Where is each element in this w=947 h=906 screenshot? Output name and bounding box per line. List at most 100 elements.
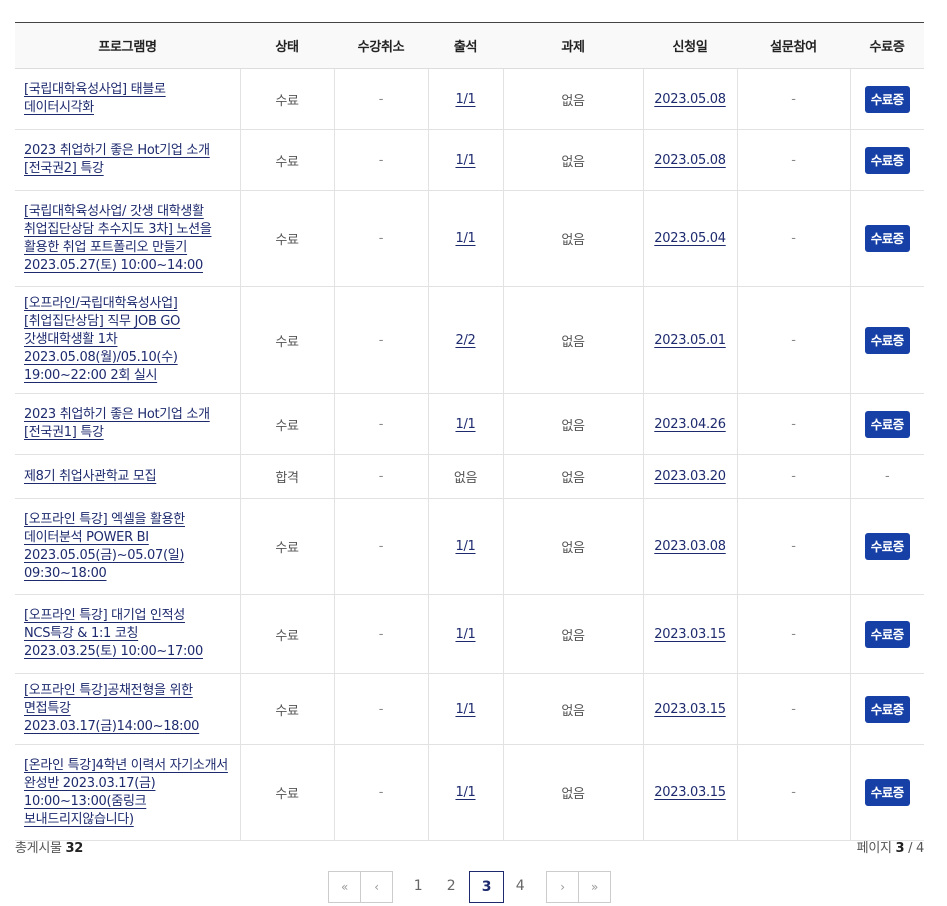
assignment-cell: 없음 <box>502 594 643 674</box>
apply-date-cell: 2023.05.08 <box>642 129 737 191</box>
apply-date-link[interactable]: 2023.03.20 <box>654 469 726 484</box>
program-title-cell: [국립대학육성사업] 태블로 데이터시각화 <box>15 68 240 130</box>
certificate-button[interactable]: 수료증 <box>864 85 910 113</box>
total-posts: 총게시물 32 <box>15 837 83 856</box>
attendance-link[interactable]: 2/2 <box>455 333 475 348</box>
assignment-cell: 없음 <box>502 129 643 191</box>
attendance-cell: 1/1 <box>427 190 503 287</box>
program-title-link[interactable]: 2023 취업하기 좋은 Hot기업 소개[전국권2] 특강 <box>24 143 210 176</box>
certificate-button[interactable]: 수료증 <box>864 695 910 723</box>
attendance-cell: 1/1 <box>427 744 503 841</box>
last-page-button[interactable]: » <box>578 871 611 903</box>
assignment-cell: 없음 <box>502 498 643 595</box>
apply-date-link[interactable]: 2023.05.04 <box>654 231 726 246</box>
cancel-cell: - <box>333 393 428 455</box>
certificate-button[interactable]: 수료증 <box>864 326 910 354</box>
page-button-2[interactable]: 2 <box>436 871 466 903</box>
page-button-3-active[interactable]: 3 <box>469 871 504 903</box>
list-summary: 총게시물 32 페이지 3 / 4 <box>15 837 924 857</box>
program-title-link[interactable]: 제8기 취업사관학교 모집 <box>24 469 157 484</box>
attendance-link[interactable]: 1/1 <box>455 417 475 432</box>
header-certificate: 수료증 <box>850 22 924 69</box>
certificate-cell: 수료증 <box>849 498 924 595</box>
table-row: [온라인 특강]4학년 이력서 자기소개서 완성반 2023.03.17(금) … <box>15 744 924 841</box>
apply-date-link[interactable]: 2023.05.08 <box>654 92 726 107</box>
program-title-link[interactable]: [오프라인 특강] 대기업 인적성 NCS특강 & 1:1 코칭 2023.03… <box>24 608 203 659</box>
program-title-cell: [오프라인/국립대학육성사업][취업집단상담] 직무 JOB GO 갓생대학생활… <box>15 286 240 394</box>
attendance-link[interactable]: 1/1 <box>455 702 475 717</box>
attendance-cell: 1/1 <box>427 129 503 191</box>
attendance-cell: 1/1 <box>427 594 503 674</box>
table-row: [오프라인 특강]공채전형을 위한 면접특강 2023.03.17(금)14:0… <box>15 673 924 745</box>
cancel-cell: - <box>333 744 428 841</box>
apply-date-cell: 2023.05.08 <box>642 68 737 130</box>
apply-date-link[interactable]: 2023.05.01 <box>654 333 726 348</box>
attendance-link[interactable]: 1/1 <box>455 153 475 168</box>
survey-cell: - <box>736 190 850 287</box>
certificate-button[interactable]: 수료증 <box>864 410 910 438</box>
cancel-cell: - <box>333 286 428 394</box>
program-title-link[interactable]: [오프라인 특강]공채전형을 위한 면접특강 2023.03.17(금)14:0… <box>24 683 199 734</box>
assignment-cell: 없음 <box>502 393 643 455</box>
survey-cell: - <box>736 594 850 674</box>
apply-date-link[interactable]: 2023.03.15 <box>654 785 726 800</box>
first-page-button[interactable]: « <box>328 871 361 903</box>
apply-date-cell: 2023.03.15 <box>642 673 737 745</box>
attendance-cell: 없음 <box>427 454 503 499</box>
cancel-cell: - <box>333 129 428 191</box>
program-title-link[interactable]: [오프라인/국립대학육성사업][취업집단상담] 직무 JOB GO 갓생대학생활… <box>24 296 180 383</box>
apply-date-cell: 2023.03.15 <box>642 594 737 674</box>
assignment-cell: 없음 <box>502 68 643 130</box>
status-cell: 수료 <box>239 190 334 287</box>
program-title-cell: [오프라인 특강]공채전형을 위한 면접특강 2023.03.17(금)14:0… <box>15 673 240 745</box>
survey-cell: - <box>736 673 850 745</box>
apply-date-cell: 2023.03.08 <box>642 498 737 595</box>
certificate-button[interactable]: 수료증 <box>864 620 910 648</box>
table-row: [오프라인/국립대학육성사업][취업집단상담] 직무 JOB GO 갓생대학생활… <box>15 286 924 394</box>
program-title-cell: [오프라인 특강] 엑셀을 활용한 데이터분석 POWER BI 2023.05… <box>15 498 240 595</box>
certificate-button[interactable]: 수료증 <box>864 533 910 560</box>
certificate-button[interactable]: 수료증 <box>864 225 910 252</box>
program-title-link[interactable]: 2023 취업하기 좋은 Hot기업 소개[전국권1] 특강 <box>24 407 210 440</box>
program-title-link[interactable]: [국립대학육성사업] 태블로 데이터시각화 <box>24 82 166 115</box>
attendance-cell: 1/1 <box>427 393 503 455</box>
attendance-link[interactable]: 1/1 <box>455 231 475 246</box>
certificate-cell: 수료증 <box>849 286 924 394</box>
attendance-link[interactable]: 1/1 <box>455 539 475 554</box>
apply-date-link[interactable]: 2023.03.15 <box>654 627 726 642</box>
apply-date-link[interactable]: 2023.05.08 <box>654 153 726 168</box>
attendance-cell: 1/1 <box>427 498 503 595</box>
page-button-4[interactable]: 4 <box>505 871 535 903</box>
header-assignment: 과제 <box>503 22 643 69</box>
apply-date-link[interactable]: 2023.04.26 <box>654 417 726 432</box>
program-title-link[interactable]: [오프라인 특강] 엑셀을 활용한 데이터분석 POWER BI 2023.05… <box>24 512 185 581</box>
attendance-cell: 1/1 <box>427 673 503 745</box>
apply-date-link[interactable]: 2023.03.15 <box>654 702 726 717</box>
program-title-cell: 제8기 취업사관학교 모집 <box>15 454 240 499</box>
attendance-link[interactable]: 1/1 <box>455 785 475 800</box>
apply-date-cell: 2023.03.20 <box>642 454 737 499</box>
assignment-cell: 없음 <box>502 190 643 287</box>
assignment-cell: 없음 <box>502 744 643 841</box>
survey-cell: - <box>736 498 850 595</box>
table-row: 2023 취업하기 좋은 Hot기업 소개[전국권1] 특강 수료 - 1/1 … <box>15 393 924 455</box>
apply-date-link[interactable]: 2023.03.08 <box>654 539 726 554</box>
header-survey: 설문참여 <box>737 22 850 69</box>
certificate-cell: 수료증 <box>849 190 924 287</box>
program-title-link[interactable]: [온라인 특강]4학년 이력서 자기소개서 완성반 2023.03.17(금) … <box>24 758 228 827</box>
attendance-link[interactable]: 1/1 <box>455 627 475 642</box>
next-page-button[interactable]: › <box>546 871 579 903</box>
cancel-cell: - <box>333 68 428 130</box>
prev-page-button[interactable]: ‹ <box>360 871 393 903</box>
page-button-1[interactable]: 1 <box>403 871 433 903</box>
program-title-cell: [오프라인 특강] 대기업 인적성 NCS특강 & 1:1 코칭 2023.03… <box>15 594 240 674</box>
program-title-cell: 2023 취업하기 좋은 Hot기업 소개[전국권1] 특강 <box>15 393 240 455</box>
attendance-link[interactable]: 1/1 <box>455 92 475 107</box>
certificate-button[interactable]: 수료증 <box>864 779 910 806</box>
certificate-button[interactable]: 수료증 <box>864 146 910 174</box>
program-title-cell: 2023 취업하기 좋은 Hot기업 소개[전국권2] 특강 <box>15 129 240 191</box>
certificate-cell: 수료증 <box>849 393 924 455</box>
program-title-link[interactable]: [국립대학육성사업/ 갓생 대학생활 취업집단상담 추수지도 3차] 노션을 활… <box>24 204 212 273</box>
certificate-cell: - <box>849 454 924 499</box>
cancel-cell: - <box>333 190 428 287</box>
